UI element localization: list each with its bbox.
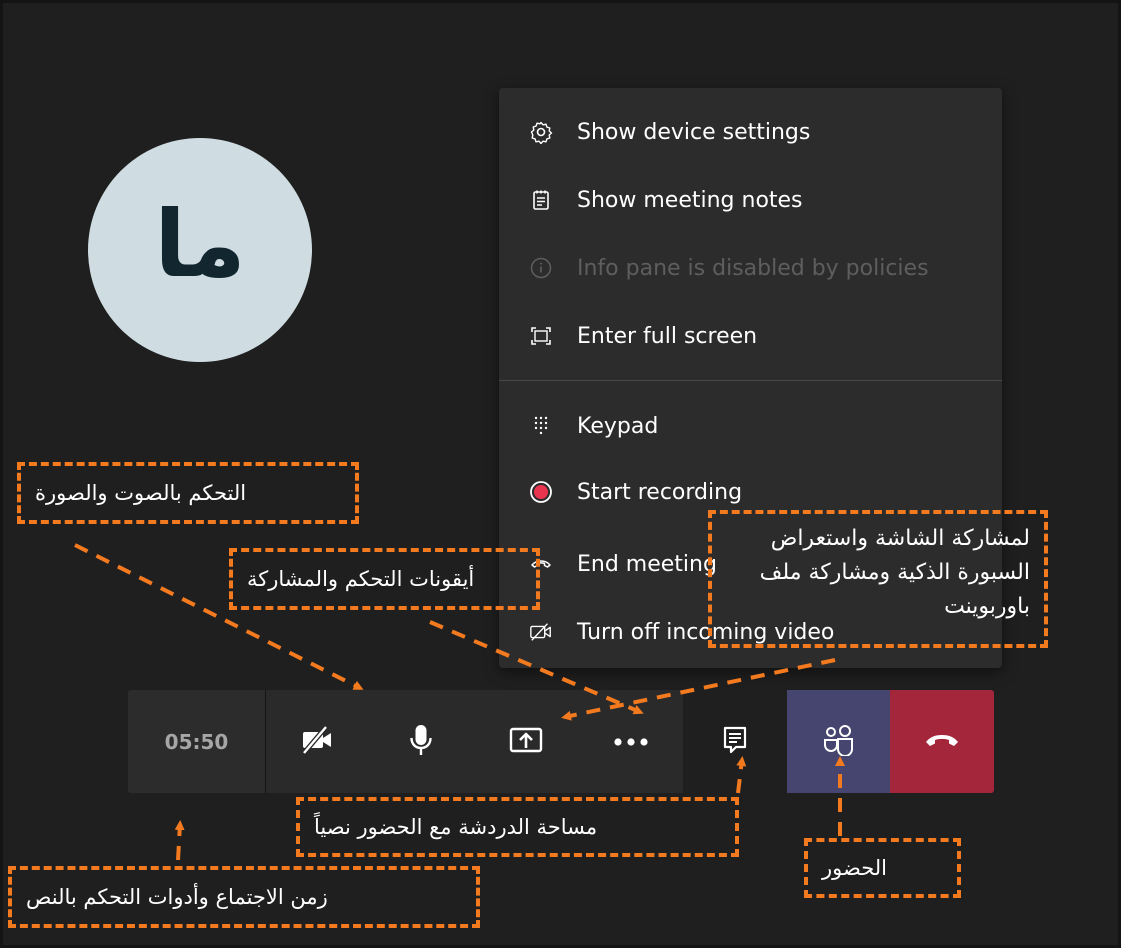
annotation-chat: مساحة الدردشة مع الحضور نصياً: [296, 797, 739, 857]
annotation-text: لمشاركة الشاشة واستعراض السبورة الذكية و…: [759, 526, 1030, 619]
arrow-control-icons: [429, 620, 644, 715]
arrow-chat: [736, 756, 747, 794]
annotation-text: مساحة الدردشة مع الحضور نصياً: [314, 814, 598, 839]
annotation-text: التحكم بالصوت والصورة: [35, 480, 247, 505]
annotation-attendees: الحضور: [804, 838, 961, 898]
annotation-control-icons: أيقونات التحكم والمشاركة: [229, 548, 540, 610]
arrow-timer: [174, 820, 185, 861]
annotation-share-screen: لمشاركة الشاشة واستعراض السبورة الذكية و…: [708, 510, 1048, 648]
annotation-text: زمن الاجتماع وأدوات التحكم بالنص: [26, 884, 328, 909]
annotation-text: أيقونات التحكم والمشاركة: [247, 566, 475, 591]
arrow-share-screen: [561, 658, 836, 721]
annotation-av-control: التحكم بالصوت والصورة: [17, 462, 359, 524]
annotation-timer: زمن الاجتماع وأدوات التحكم بالنص: [8, 866, 480, 928]
annotation-text: الحضور: [822, 855, 887, 880]
